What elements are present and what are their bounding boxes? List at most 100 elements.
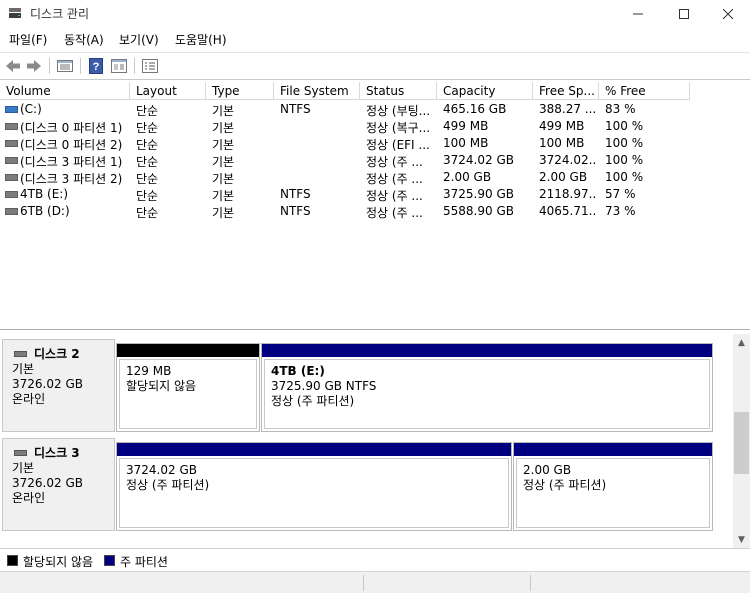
percent-free-cell: 83 %	[605, 102, 636, 116]
column-free-space[interactable]: Free Sp...	[533, 82, 599, 100]
column-status[interactable]: Status	[360, 82, 437, 100]
svg-text:?: ?	[93, 61, 100, 73]
partition-block[interactable]: 4TB (E:) 3725.90 GB NTFS 정상 (주 파티션)	[261, 343, 713, 432]
disk-icon	[14, 450, 27, 456]
partition-color-bar	[514, 443, 712, 456]
disk-list-button[interactable]	[55, 57, 75, 75]
minimize-icon	[633, 13, 643, 14]
volume-cell: (C:)	[20, 102, 42, 116]
help-button[interactable]: ?	[86, 57, 106, 75]
disk-state: 온라인	[12, 491, 46, 505]
volume-cell: (디스크 3 파티션 2)	[20, 172, 123, 186]
partition-info: 4TB (E:) 3725.90 GB NTFS 정상 (주 파티션)	[264, 359, 710, 429]
menu-action[interactable]: 동작(A)	[64, 31, 104, 48]
toolbar: ?	[0, 52, 750, 80]
volume-cell: (디스크 3 파티션 1)	[20, 155, 123, 169]
status-separator	[363, 575, 364, 591]
table-row[interactable]: (디스크 3 파티션 1) 단순 기본 정상 (주 ... 3724.02 GB 3724…	[0, 152, 750, 169]
partition-status: 정상 (주 파티션)	[126, 478, 210, 492]
back-button[interactable]	[3, 57, 23, 75]
partition-title: 4TB (E:)	[271, 364, 325, 378]
partition-info: 129 MB 할당되지 않음	[119, 359, 257, 429]
status-cell: 정상 (주 ...	[366, 189, 423, 203]
partition-block[interactable]: 2.00 GB 정상 (주 파티션)	[513, 442, 713, 531]
type-cell: 기본	[212, 155, 235, 169]
file-system-cell: NTFS	[280, 204, 311, 218]
disk-kind: 기본	[12, 362, 35, 376]
volume-icon	[5, 208, 18, 215]
column-layout[interactable]: Layout	[130, 82, 206, 100]
column-percent-free[interactable]: % Free	[599, 82, 690, 100]
legend-swatch-unallocated	[7, 555, 18, 566]
toolbar-separator	[80, 58, 81, 74]
partition-block[interactable]: 129 MB 할당되지 않음	[116, 343, 260, 432]
partition-color-bar	[117, 344, 259, 357]
close-button[interactable]	[705, 0, 750, 27]
scroll-up-icon[interactable]: ▲	[733, 334, 750, 351]
table-row[interactable]: 4TB (E:) 단순 기본 NTFS 정상 (주 ... 3725.90 GB 2118.…	[0, 186, 750, 203]
column-capacity[interactable]: Capacity	[437, 82, 533, 100]
partition-status: 정상 (주 파티션)	[271, 394, 355, 408]
properties-button[interactable]	[109, 57, 129, 75]
file-system-cell: NTFS	[280, 187, 311, 201]
menu-file[interactable]: 파일(F)	[9, 31, 47, 48]
disk-state: 온라인	[12, 392, 46, 406]
volume-icon	[5, 123, 18, 130]
free-space-cell: 499 MB	[539, 119, 585, 133]
legend-label-primary: 주 파티션	[120, 555, 168, 569]
layout-cell: 단순	[136, 189, 159, 203]
table-row[interactable]: (디스크 3 파티션 2) 단순 기본 정상 (주 ... 2.00 GB 2.00 GB…	[0, 169, 750, 186]
column-file-system[interactable]: File System	[274, 82, 360, 100]
legend: 할당되지 않음 주 파티션	[0, 548, 750, 570]
console-button[interactable]	[140, 57, 160, 75]
layout-cell: 단순	[136, 121, 159, 135]
partition-size: 129 MB	[126, 364, 172, 378]
layout-cell: 단순	[136, 104, 159, 118]
partition-info: 2.00 GB 정상 (주 파티션)	[516, 458, 710, 528]
legend-swatch-primary	[104, 555, 115, 566]
type-cell: 기본	[212, 138, 235, 152]
partition-status: 정상 (주 파티션)	[523, 478, 607, 492]
status-cell: 정상 (주 ...	[366, 172, 423, 186]
scroll-down-icon[interactable]: ▼	[733, 531, 750, 548]
percent-free-cell: 100 %	[605, 136, 644, 150]
free-space-cell: 100 MB	[539, 136, 585, 150]
table-row[interactable]: (디스크 0 파티션 1) 단순 기본 정상 (복구... 499 MB 499 MB 10…	[0, 118, 750, 135]
help-icon: ?	[89, 58, 103, 74]
menu-view[interactable]: 보기(V)	[119, 31, 159, 48]
close-icon	[723, 8, 733, 19]
menu-help[interactable]: 도움말(H)	[175, 31, 227, 48]
free-space-cell: 4065.71...	[539, 204, 597, 218]
disk-name: 디스크 2	[12, 347, 114, 362]
type-cell: 기본	[212, 172, 235, 186]
layout-cell: 단순	[136, 172, 159, 186]
disk-label[interactable]: 디스크 2 기본 3726.02 GB 온라인	[2, 339, 115, 432]
type-cell: 기본	[212, 206, 235, 220]
status-bar	[0, 571, 750, 593]
column-volume[interactable]: Volume	[0, 82, 130, 100]
maximize-button[interactable]	[661, 0, 707, 27]
disk-label[interactable]: 디스크 3 기본 3726.02 GB 온라인	[2, 438, 115, 531]
disk-kind: 기본	[12, 461, 35, 475]
disk-management-app-icon	[9, 8, 21, 18]
volume-cell: (디스크 0 파티션 2)	[20, 138, 123, 152]
table-row[interactable]: (디스크 0 파티션 2) 단순 기본 정상 (EFI ... 100 MB 100 MB…	[0, 135, 750, 152]
column-type[interactable]: Type	[206, 82, 274, 100]
maximize-icon	[679, 8, 689, 19]
volume-cell: 4TB (E:)	[20, 187, 68, 201]
system-volume-icon	[5, 106, 18, 113]
scroll-thumb[interactable]	[734, 412, 749, 474]
disk-name-text: 디스크 3	[34, 446, 80, 460]
table-row[interactable]: (C:) 단순 기본 NTFS 정상 (부팅... 465.16 GB 388.27 ...…	[0, 101, 750, 118]
table-row[interactable]: 6TB (D:) 단순 기본 NTFS 정상 (주 ... 5588.90 GB 4065.…	[0, 203, 750, 220]
forward-button[interactable]	[24, 57, 44, 75]
partition-size: 3725.90 GB NTFS	[271, 379, 377, 393]
layout-cell: 단순	[136, 155, 159, 169]
partition-block[interactable]: 3724.02 GB 정상 (주 파티션)	[116, 442, 512, 531]
status-cell: 정상 (EFI ...	[366, 138, 430, 152]
percent-free-cell: 100 %	[605, 170, 644, 184]
minimize-button[interactable]	[615, 0, 661, 27]
toolbar-separator	[49, 58, 50, 74]
vertical-scrollbar[interactable]: ▲ ▼	[733, 334, 750, 548]
volume-cell: (디스크 0 파티션 1)	[20, 121, 123, 135]
